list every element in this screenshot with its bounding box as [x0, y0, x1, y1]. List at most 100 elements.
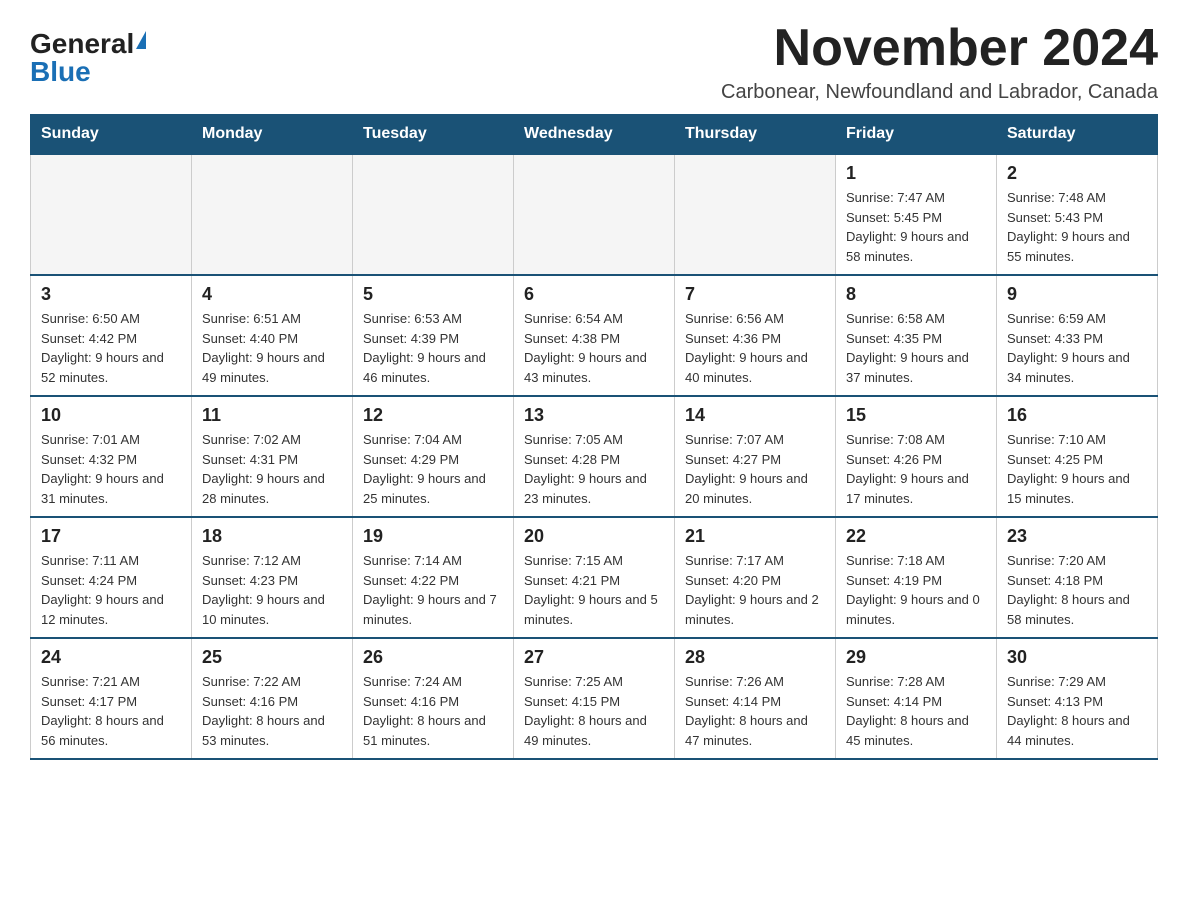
day-number: 16 [1007, 405, 1147, 426]
day-number: 3 [41, 284, 181, 305]
calendar-cell [514, 154, 675, 275]
logo-triangle-icon [136, 31, 146, 49]
day-info: Sunrise: 7:47 AMSunset: 5:45 PMDaylight:… [846, 190, 969, 264]
day-number: 8 [846, 284, 986, 305]
day-number: 28 [685, 647, 825, 668]
day-number: 21 [685, 526, 825, 547]
day-info: Sunrise: 7:20 AMSunset: 4:18 PMDaylight:… [1007, 553, 1130, 627]
day-info: Sunrise: 7:48 AMSunset: 5:43 PMDaylight:… [1007, 190, 1130, 264]
day-number: 24 [41, 647, 181, 668]
column-header-friday: Friday [836, 115, 997, 155]
calendar-cell: 30 Sunrise: 7:29 AMSunset: 4:13 PMDayligh… [997, 638, 1158, 759]
day-info: Sunrise: 7:22 AMSunset: 4:16 PMDaylight:… [202, 674, 325, 748]
calendar-cell: 23 Sunrise: 7:20 AMSunset: 4:18 PMDayligh… [997, 517, 1158, 638]
calendar-title: November 2024 [721, 20, 1158, 77]
calendar-cell [675, 154, 836, 275]
day-number: 13 [524, 405, 664, 426]
day-info: Sunrise: 6:50 AMSunset: 4:42 PMDaylight:… [41, 311, 164, 385]
logo-general: General [30, 30, 134, 58]
day-info: Sunrise: 7:12 AMSunset: 4:23 PMDaylight:… [202, 553, 325, 627]
day-number: 20 [524, 526, 664, 547]
day-info: Sunrise: 7:21 AMSunset: 4:17 PMDaylight:… [41, 674, 164, 748]
calendar-cell: 19Sunrise: 7:14 AMSunset: 4:22 PMDayligh… [353, 517, 514, 638]
day-number: 25 [202, 647, 342, 668]
calendar-cell: 22 Sunrise: 7:18 AMSunset: 4:19 PMDayligh… [836, 517, 997, 638]
calendar-cell: 15Sunrise: 7:08 AMSunset: 4:26 PMDayligh… [836, 396, 997, 517]
column-header-wednesday: Wednesday [514, 115, 675, 155]
calendar-cell: 7 Sunrise: 6:56 AMSunset: 4:36 PMDaylight… [675, 275, 836, 396]
calendar-cell: 26Sunrise: 7:24 AMSunset: 4:16 PMDayligh… [353, 638, 514, 759]
calendar-cell: 28Sunrise: 7:26 AMSunset: 4:14 PMDayligh… [675, 638, 836, 759]
calendar-cell: 9Sunrise: 6:59 AMSunset: 4:33 PMDaylight… [997, 275, 1158, 396]
day-number: 1 [846, 163, 986, 184]
calendar-cell: 8Sunrise: 6:58 AMSunset: 4:35 PMDaylight… [836, 275, 997, 396]
calendar-cell: 16 Sunrise: 7:10 AMSunset: 4:25 PMDayligh… [997, 396, 1158, 517]
day-number: 5 [363, 284, 503, 305]
calendar-cell: 14Sunrise: 7:07 AMSunset: 4:27 PMDayligh… [675, 396, 836, 517]
day-info: Sunrise: 7:11 AMSunset: 4:24 PMDaylight:… [41, 553, 164, 627]
column-header-saturday: Saturday [997, 115, 1158, 155]
week-row-1: 1 Sunrise: 7:47 AMSunset: 5:45 PMDaylight… [31, 154, 1158, 275]
day-info: Sunrise: 7:10 AMSunset: 4:25 PMDaylight:… [1007, 432, 1130, 506]
day-number: 22 [846, 526, 986, 547]
day-number: 7 [685, 284, 825, 305]
day-info: Sunrise: 6:53 AMSunset: 4:39 PMDaylight:… [363, 311, 486, 385]
column-header-thursday: Thursday [675, 115, 836, 155]
logo: General Blue [30, 30, 146, 86]
column-header-tuesday: Tuesday [353, 115, 514, 155]
week-row-4: 17 Sunrise: 7:11 AMSunset: 4:24 PMDayligh… [31, 517, 1158, 638]
day-info: Sunrise: 7:18 AMSunset: 4:19 PMDaylight:… [846, 553, 980, 627]
calendar-cell: 11Sunrise: 7:02 AMSunset: 4:31 PMDayligh… [192, 396, 353, 517]
calendar-cell: 6 Sunrise: 6:54 AMSunset: 4:38 PMDaylight… [514, 275, 675, 396]
calendar-cell: 29 Sunrise: 7:28 AMSunset: 4:14 PMDayligh… [836, 638, 997, 759]
day-info: Sunrise: 7:25 AMSunset: 4:15 PMDaylight:… [524, 674, 647, 748]
day-number: 6 [524, 284, 664, 305]
day-number: 26 [363, 647, 503, 668]
day-number: 10 [41, 405, 181, 426]
logo-blue: Blue [30, 58, 91, 86]
calendar-cell: 1 Sunrise: 7:47 AMSunset: 5:45 PMDaylight… [836, 154, 997, 275]
day-number: 30 [1007, 647, 1147, 668]
day-info: Sunrise: 7:07 AMSunset: 4:27 PMDaylight:… [685, 432, 808, 506]
day-number: 23 [1007, 526, 1147, 547]
day-number: 27 [524, 647, 664, 668]
day-info: Sunrise: 7:29 AMSunset: 4:13 PMDaylight:… [1007, 674, 1130, 748]
calendar-cell [353, 154, 514, 275]
day-info: Sunrise: 7:08 AMSunset: 4:26 PMDaylight:… [846, 432, 969, 506]
day-info: Sunrise: 7:01 AMSunset: 4:32 PMDaylight:… [41, 432, 164, 506]
day-info: Sunrise: 7:14 AMSunset: 4:22 PMDaylight:… [363, 553, 497, 627]
day-info: Sunrise: 7:05 AMSunset: 4:28 PMDaylight:… [524, 432, 647, 506]
title-block: November 2024 Carbonear, Newfoundland an… [721, 20, 1158, 104]
day-number: 17 [41, 526, 181, 547]
day-number: 18 [202, 526, 342, 547]
calendar-table: SundayMondayTuesdayWednesdayThursdayFrid… [30, 114, 1158, 760]
day-info: Sunrise: 7:02 AMSunset: 4:31 PMDaylight:… [202, 432, 325, 506]
calendar-cell: 17 Sunrise: 7:11 AMSunset: 4:24 PMDayligh… [31, 517, 192, 638]
calendar-cell [192, 154, 353, 275]
day-info: Sunrise: 7:15 AMSunset: 4:21 PMDaylight:… [524, 553, 658, 627]
calendar-cell: 3 Sunrise: 6:50 AMSunset: 4:42 PMDaylight… [31, 275, 192, 396]
day-info: Sunrise: 6:51 AMSunset: 4:40 PMDaylight:… [202, 311, 325, 385]
day-info: Sunrise: 7:04 AMSunset: 4:29 PMDaylight:… [363, 432, 486, 506]
day-info: Sunrise: 7:28 AMSunset: 4:14 PMDaylight:… [846, 674, 969, 748]
day-number: 29 [846, 647, 986, 668]
calendar-cell: 21Sunrise: 7:17 AMSunset: 4:20 PMDayligh… [675, 517, 836, 638]
calendar-cell: 20 Sunrise: 7:15 AMSunset: 4:21 PMDayligh… [514, 517, 675, 638]
calendar-cell: 4Sunrise: 6:51 AMSunset: 4:40 PMDaylight… [192, 275, 353, 396]
calendar-cell: 10 Sunrise: 7:01 AMSunset: 4:32 PMDayligh… [31, 396, 192, 517]
calendar-cell: 27 Sunrise: 7:25 AMSunset: 4:15 PMDayligh… [514, 638, 675, 759]
week-row-5: 24 Sunrise: 7:21 AMSunset: 4:17 PMDayligh… [31, 638, 1158, 759]
calendar-subtitle: Carbonear, Newfoundland and Labrador, Ca… [721, 81, 1158, 104]
day-number: 2 [1007, 163, 1147, 184]
calendar-cell: 2 Sunrise: 7:48 AMSunset: 5:43 PMDaylight… [997, 154, 1158, 275]
calendar-cell: 25 Sunrise: 7:22 AMSunset: 4:16 PMDayligh… [192, 638, 353, 759]
calendar-cell: 24 Sunrise: 7:21 AMSunset: 4:17 PMDayligh… [31, 638, 192, 759]
column-header-monday: Monday [192, 115, 353, 155]
calendar-cell: 12Sunrise: 7:04 AMSunset: 4:29 PMDayligh… [353, 396, 514, 517]
day-info: Sunrise: 6:56 AMSunset: 4:36 PMDaylight:… [685, 311, 808, 385]
calendar-cell: 5 Sunrise: 6:53 AMSunset: 4:39 PMDaylight… [353, 275, 514, 396]
day-info: Sunrise: 6:54 AMSunset: 4:38 PMDaylight:… [524, 311, 647, 385]
calendar-cell: 18 Sunrise: 7:12 AMSunset: 4:23 PMDayligh… [192, 517, 353, 638]
day-number: 9 [1007, 284, 1147, 305]
header: General Blue November 2024 Carbonear, Ne… [30, 20, 1158, 104]
